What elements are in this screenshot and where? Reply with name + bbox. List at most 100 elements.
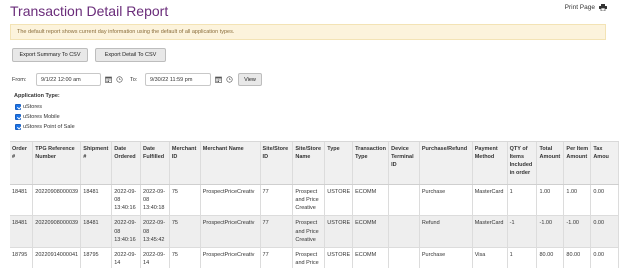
table-cell: 1 [507,184,538,217]
table-cell: 18481 [80,215,113,248]
print-page-link[interactable]: Print Page [565,4,607,11]
to-label: To: [130,77,138,83]
table-cell [388,215,420,248]
transaction-table: Order # TPG Reference Number Shipment # … [10,142,619,268]
table-cell: 18481 [80,184,113,217]
export-summary-button[interactable]: Export Summary To CSV [12,48,88,62]
table-cell: ECOMM [352,184,390,217]
table-header-row: Order # TPG Reference Number Shipment # … [10,142,619,185]
table-cell: -1 [507,215,538,248]
column-header[interactable]: Device Terminal ID [388,142,420,185]
checkbox-checked-icon[interactable] [15,124,21,130]
checkbox-checked-icon[interactable] [15,104,21,110]
calendar-icon[interactable] [215,76,222,83]
table-cell: 0.00 [590,247,619,268]
info-alert: The default report shows current day inf… [10,24,606,40]
clock-icon[interactable] [226,76,233,83]
table-cell: MasterCard [472,215,508,248]
table-cell: ECOMM [352,215,390,248]
column-header[interactable]: Date Fulfilled [140,142,170,185]
table-cell: 75 [169,184,201,217]
table-cell: ProspectPriceCreativ [200,184,261,217]
table-cell: 80.00 [563,247,592,268]
checkbox-label: uStores Mobile [23,114,60,120]
table-cell: Refund [419,215,473,248]
from-label: From: [12,77,27,83]
checkbox-checked-icon[interactable] [15,114,21,120]
table-cell: ECOMM [352,247,390,268]
table-cell: USTORE [324,247,354,268]
table-cell: 0.00 [590,215,619,248]
table-cell [388,184,420,217]
column-header[interactable]: Shipment # [80,142,113,185]
column-header[interactable]: Site/Store ID [260,142,294,185]
table-cell: 2022-09-08 13:40:18 [140,184,170,217]
table-cell: 1.00 [563,184,592,217]
table-cell: 18795 [10,247,34,268]
from-date-value: 9/1/22 12:00 am [41,76,81,83]
table-cell: Prospect and Price Creative [292,184,326,217]
column-header[interactable]: Purchase/Refund [419,142,473,185]
column-header[interactable]: Order # [10,142,34,185]
table-cell: 2022-09-08 13:40:16 [111,184,142,217]
table-cell: 75 [169,247,201,268]
table-cell: 2022-09-14 14:34:39 [140,247,170,268]
column-header[interactable]: Merchant Name [200,142,261,185]
table-cell: 20220908000039 [32,215,82,248]
table-cell: 77 [260,184,294,217]
table-cell: 1.00 [536,184,565,217]
table-cell: 20220914000041 [32,247,82,268]
table-cell: 77 [260,247,294,268]
column-header[interactable]: Total Amount [536,142,565,185]
from-date-input[interactable]: 9/1/22 12:00 am [36,73,101,86]
table-row[interactable]: 18795 20220914000041 18795 2022-09-14 14… [10,247,619,268]
table-cell: -1.00 [536,215,565,248]
table-cell: 1 [507,247,538,268]
table-cell: Purchase [419,247,473,268]
table-cell: ProspectPriceCreativ [200,247,261,268]
transaction-table-container[interactable]: Order # TPG Reference Number Shipment # … [10,141,619,268]
column-header[interactable]: QTY of Items Included in order [507,142,538,185]
column-header[interactable]: Payment Method [472,142,508,185]
column-header[interactable]: Tax Amou [590,142,619,185]
column-header[interactable]: Transaction Type [352,142,390,185]
clock-icon[interactable] [116,76,123,83]
table-cell: 2022-09-14 14:34:35 [111,247,142,268]
column-header[interactable]: Site/Store Name [292,142,326,185]
column-header[interactable]: TPG Reference Number [32,142,82,185]
table-cell: Prospect and Price Creative [292,215,326,248]
table-cell: -1.00 [563,215,592,248]
table-row[interactable]: 18481 20220908000039 18481 2022-09-08 13… [10,215,619,248]
print-page-label: Print Page [564,4,595,11]
application-type-title: Application Type: [14,93,60,99]
export-detail-button[interactable]: Export Detail To CSV [95,48,166,62]
column-header[interactable]: Date Ordered [111,142,142,185]
table-cell: 18481 [10,184,34,217]
table-cell: ProspectPriceCreativ [200,215,261,248]
checkbox-ustores-mobile[interactable]: uStores Mobile [15,114,60,120]
column-header[interactable]: Per Item Amount [563,142,592,185]
checkbox-ustores-pos[interactable]: uStores Point of Sale [15,124,75,130]
page-title: Transaction Detail Report [10,3,169,19]
table-cell: 80.00 [536,247,565,268]
table-cell: 18481 [10,215,34,248]
table-cell [388,247,420,268]
column-header[interactable]: Merchant ID [169,142,201,185]
table-cell: Purchase [419,184,473,217]
table-cell: 2022-09-08 13:40:16 [111,215,142,248]
table-cell: 75 [169,215,201,248]
table-cell: MasterCard [472,184,508,217]
table-cell: Visa [472,247,508,268]
table-cell: 77 [260,215,294,248]
table-cell: 18795 [80,247,113,268]
printer-icon [599,4,607,11]
to-date-input[interactable]: 9/30/22 11:59 pm [145,73,211,86]
checkbox-ustores[interactable]: uStores [15,104,42,110]
to-date-value: 9/30/22 11:59 pm [150,76,193,83]
calendar-icon[interactable] [105,76,112,83]
checkbox-label: uStores [23,104,42,110]
table-cell: 20220908000039 [32,184,82,217]
column-header[interactable]: Type [324,142,354,185]
view-button[interactable]: View [238,73,262,86]
table-row[interactable]: 18481 20220908000039 18481 2022-09-08 13… [10,184,619,217]
